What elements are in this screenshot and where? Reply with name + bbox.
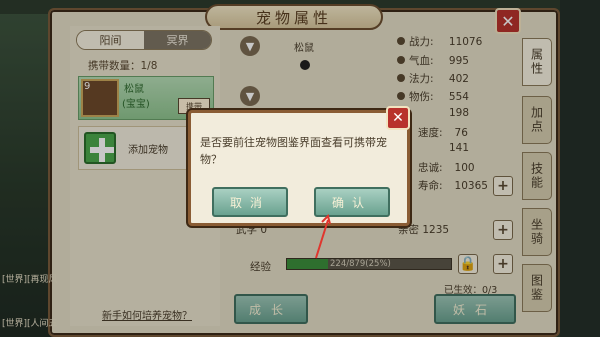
cancel-button[interactable]: 取消: [212, 187, 288, 217]
dialog-message: 是否要前往宠物图鉴界面查看可携带宠物？: [200, 136, 387, 166]
close-dialog-button[interactable]: ✕: [386, 106, 410, 130]
pointer-arrow-icon: [315, 214, 331, 259]
